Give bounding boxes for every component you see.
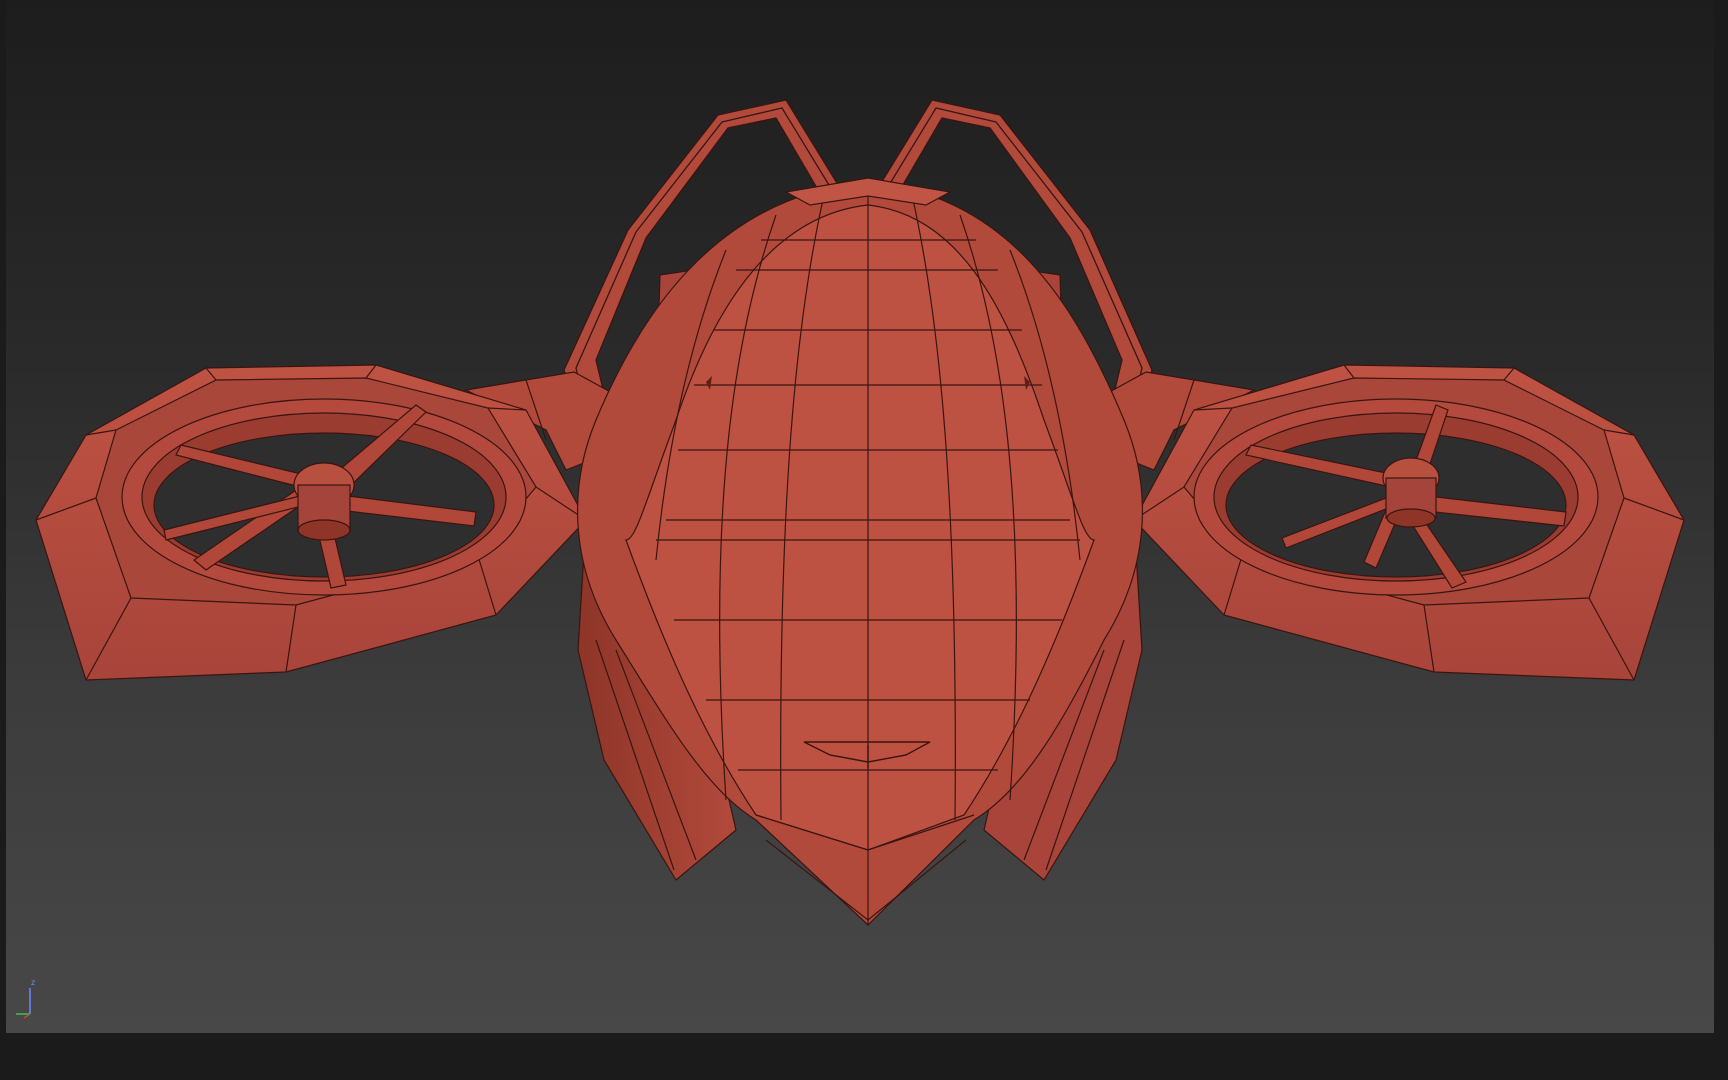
axis-gizmo-icon xyxy=(16,988,31,1019)
left-rotor-pod xyxy=(35,364,587,681)
axis-label-z: z xyxy=(31,978,36,987)
model-render xyxy=(35,99,1685,926)
axis-gizmo[interactable]: z xyxy=(14,978,42,1020)
viewport-3d[interactable]: z xyxy=(6,0,1714,1033)
bottom-bar xyxy=(0,1033,1728,1080)
right-rotor-pod xyxy=(1133,364,1685,681)
app-frame: z xyxy=(0,0,1728,1080)
